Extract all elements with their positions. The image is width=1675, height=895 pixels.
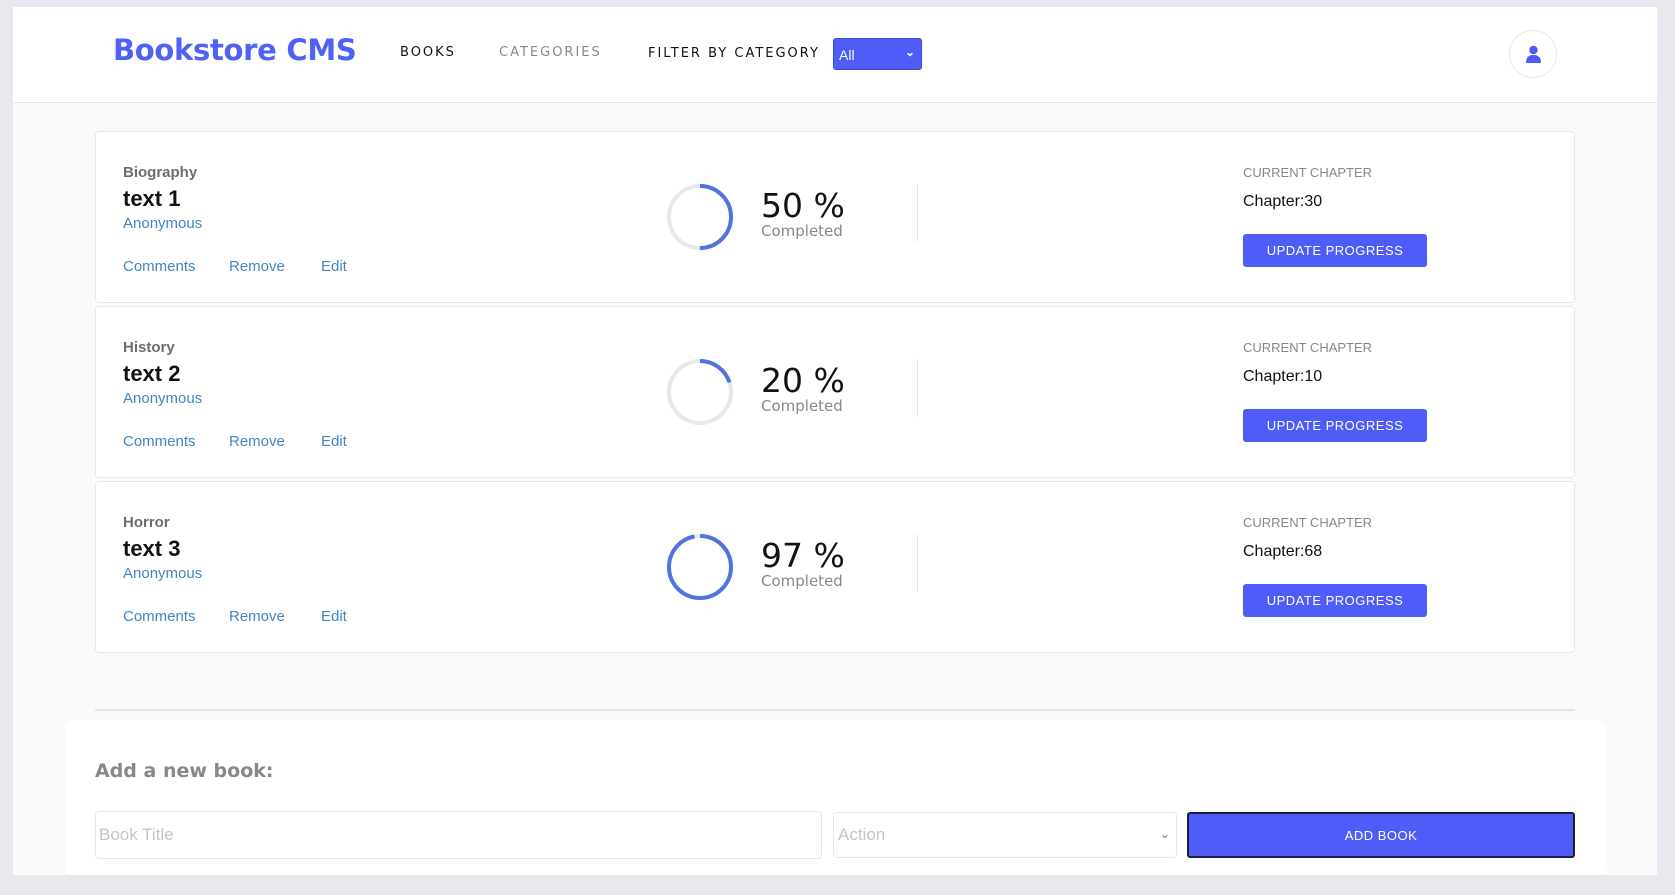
- progress-ring-arc: [667, 534, 733, 600]
- page: Bookstore CMS BOOKS CATEGORIES FILTER BY…: [13, 7, 1657, 875]
- filter-label: FILTER BY CATEGORY: [648, 46, 820, 61]
- chevron-down-icon: ⌄: [1159, 827, 1170, 841]
- chevron-down-icon: ⌄: [904, 45, 915, 59]
- progress-ring: [667, 184, 733, 250]
- book-author[interactable]: Anonymous: [123, 215, 202, 232]
- book-card: Horror text 3 Anonymous Comments Remove …: [95, 481, 1575, 653]
- update-progress-button[interactable]: UPDATE PROGRESS: [1243, 584, 1427, 617]
- remove-button[interactable]: Remove: [229, 433, 285, 450]
- book-category: Horror: [123, 514, 170, 531]
- category-select[interactable]: Action ⌄: [833, 812, 1177, 858]
- percent-complete: 20 %: [761, 361, 845, 400]
- nav-books[interactable]: BOOKS: [400, 45, 456, 60]
- book-title-input[interactable]: Book Title: [95, 811, 822, 859]
- edit-button[interactable]: Edit: [321, 258, 347, 275]
- book-title: text 3: [123, 536, 181, 561]
- current-chapter-value: Chapter:68: [1243, 543, 1323, 560]
- book-category: History: [123, 339, 175, 356]
- divider: [917, 184, 918, 242]
- book-category: Biography: [123, 164, 198, 181]
- book-author[interactable]: Anonymous: [123, 390, 202, 407]
- remove-button[interactable]: Remove: [229, 258, 285, 275]
- book-title: text 2: [123, 361, 181, 386]
- user-avatar-button[interactable]: [1509, 30, 1557, 78]
- user-icon: [1526, 45, 1541, 63]
- percent-complete: 50 %: [761, 186, 845, 225]
- comments-button[interactable]: Comments: [123, 258, 196, 275]
- current-chapter-label: CURRENT CHAPTER: [1243, 515, 1373, 530]
- completed-label: Completed: [761, 572, 843, 590]
- book-card: History text 2 Anonymous Comments Remove…: [95, 306, 1575, 478]
- book-card: Biography text 1 Anonymous Comments Remo…: [95, 131, 1575, 303]
- book-author[interactable]: Anonymous: [123, 565, 202, 582]
- update-progress-button[interactable]: UPDATE PROGRESS: [1243, 409, 1427, 442]
- category-select-placeholder: Action: [838, 825, 886, 844]
- remove-button[interactable]: Remove: [229, 608, 285, 625]
- section-divider: [95, 709, 1575, 711]
- progress-ring: [667, 359, 733, 425]
- header: Bookstore CMS BOOKS CATEGORIES FILTER BY…: [13, 7, 1657, 103]
- progress-ring: [667, 534, 733, 600]
- book-title-placeholder: Book Title: [99, 825, 174, 844]
- edit-button[interactable]: Edit: [321, 433, 347, 450]
- current-chapter-label: CURRENT CHAPTER: [1243, 165, 1373, 180]
- brand-logo[interactable]: Bookstore CMS: [113, 33, 357, 67]
- add-book-heading: Add a new book:: [95, 760, 274, 782]
- comments-button[interactable]: Comments: [123, 433, 196, 450]
- current-chapter-label: CURRENT CHAPTER: [1243, 340, 1373, 355]
- category-filter-select[interactable]: All ⌄: [833, 38, 922, 70]
- completed-label: Completed: [761, 397, 843, 415]
- current-chapter-value: Chapter:30: [1243, 193, 1323, 210]
- nav-categories[interactable]: CATEGORIES: [499, 45, 602, 60]
- add-book-button[interactable]: ADD BOOK: [1187, 812, 1575, 858]
- percent-complete: 97 %: [761, 536, 845, 575]
- completed-label: Completed: [761, 222, 843, 240]
- edit-button[interactable]: Edit: [321, 608, 347, 625]
- category-filter-value: All: [839, 47, 855, 63]
- divider: [917, 534, 918, 592]
- add-book-form: Add a new book: Book Title Action ⌄ ADD …: [65, 720, 1605, 875]
- divider: [917, 359, 918, 417]
- update-progress-button[interactable]: UPDATE PROGRESS: [1243, 234, 1427, 267]
- current-chapter-value: Chapter:10: [1243, 368, 1323, 385]
- comments-button[interactable]: Comments: [123, 608, 196, 625]
- book-title: text 1: [123, 186, 181, 211]
